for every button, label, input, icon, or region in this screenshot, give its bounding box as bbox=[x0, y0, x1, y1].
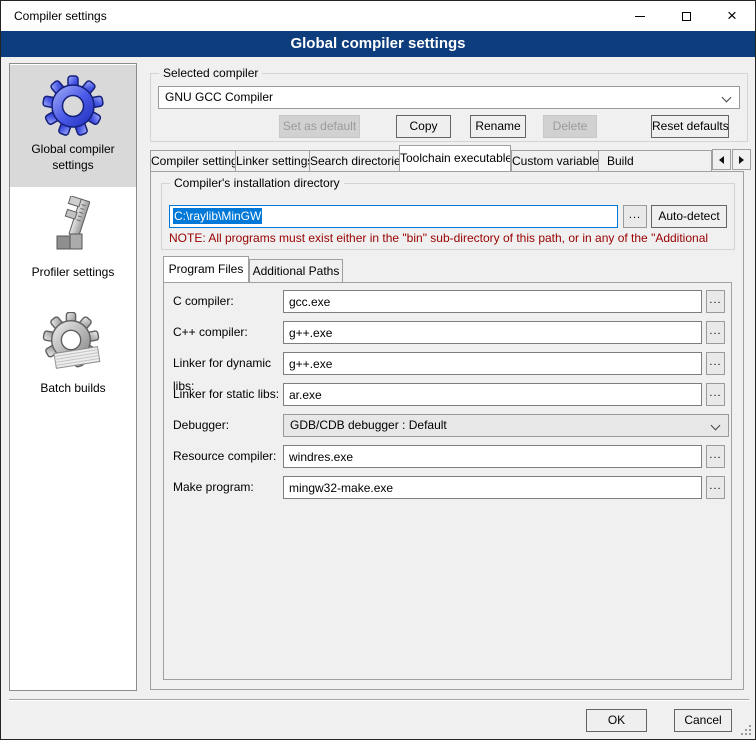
compiler-settings-dialog: Compiler settings × Global compiler sett… bbox=[0, 0, 756, 740]
linker-dynamic-input[interactable] bbox=[283, 352, 702, 375]
rename-button[interactable]: Rename bbox=[470, 115, 526, 138]
debugger-select[interactable]: GDB/CDB debugger : Default bbox=[283, 414, 729, 437]
sidebar-item-batch-builds[interactable]: Batch builds bbox=[10, 304, 136, 422]
minimize-button[interactable] bbox=[617, 1, 663, 31]
right-arrow-icon bbox=[739, 156, 744, 164]
resize-grip[interactable] bbox=[749, 733, 751, 735]
browse-directory-button[interactable]: ... bbox=[623, 205, 647, 228]
debugger-select-value: GDB/CDB debugger : Default bbox=[290, 418, 447, 432]
resource-compiler-label: Resource compiler: bbox=[173, 445, 283, 468]
sidebar-item-label: Global compiler settings bbox=[10, 141, 136, 173]
dialog-header: Global compiler settings bbox=[1, 31, 755, 57]
sidebar-item-profiler-settings[interactable]: Profiler settings bbox=[10, 188, 136, 304]
tab-toolchain-executables[interactable]: Toolchain executables bbox=[399, 145, 511, 171]
installation-directory-input[interactable]: C:\raylib\MinGW bbox=[169, 205, 618, 228]
tab-linker-settings[interactable]: Linker settings bbox=[235, 150, 310, 171]
cpp-compiler-browse-button[interactable]: ... bbox=[706, 321, 725, 344]
cancel-button[interactable]: Cancel bbox=[674, 709, 732, 732]
c-compiler-input[interactable] bbox=[283, 290, 702, 313]
auto-detect-button[interactable]: Auto-detect bbox=[651, 205, 727, 228]
linker-static-browse-button[interactable]: ... bbox=[706, 383, 725, 406]
linker-dynamic-browse-button[interactable]: ... bbox=[706, 352, 725, 375]
tab-build-options[interactable]: Build bbox=[598, 150, 712, 171]
maximize-button[interactable] bbox=[663, 1, 709, 31]
blue-gear-icon bbox=[41, 73, 105, 137]
chevron-down-icon bbox=[711, 421, 721, 431]
tab-search-directories[interactable]: Search directories bbox=[309, 150, 400, 171]
settings-category-list: Global compiler settings Profiler se bbox=[9, 63, 137, 691]
debugger-label: Debugger: bbox=[173, 414, 283, 437]
subtab-additional-paths[interactable]: Additional Paths bbox=[249, 259, 343, 282]
sidebar-item-global-compiler-settings[interactable]: Global compiler settings bbox=[10, 65, 136, 187]
bin-subdirectory-note: NOTE: All programs must exist either in … bbox=[169, 231, 729, 245]
cpp-compiler-input[interactable] bbox=[283, 321, 702, 344]
cpp-compiler-label: C++ compiler: bbox=[173, 321, 283, 344]
caliper-icon bbox=[41, 196, 105, 260]
minimize-icon bbox=[635, 16, 645, 17]
compiler-select[interactable]: GNU GCC Compiler bbox=[158, 86, 740, 109]
sidebar-item-label: Batch builds bbox=[10, 380, 136, 396]
reset-defaults-button[interactable]: Reset defaults bbox=[651, 115, 729, 138]
set-as-default-button[interactable]: Set as default bbox=[279, 115, 360, 138]
chevron-down-icon bbox=[722, 93, 732, 103]
selected-compiler-group-label: Selected compiler bbox=[159, 66, 262, 81]
tab-scroll-left-button[interactable] bbox=[712, 149, 731, 170]
make-program-input[interactable] bbox=[283, 476, 702, 499]
window-title: Compiler settings bbox=[14, 9, 107, 23]
make-program-label: Make program: bbox=[173, 476, 283, 499]
gray-gear-stack-icon bbox=[41, 312, 105, 376]
c-compiler-label: C compiler: bbox=[173, 290, 283, 313]
caption-buttons: × bbox=[617, 1, 755, 31]
resource-compiler-input[interactable] bbox=[283, 445, 702, 468]
tab-scroll-right-button[interactable] bbox=[732, 149, 751, 170]
linker-static-input[interactable] bbox=[283, 383, 702, 406]
footer-divider bbox=[9, 699, 749, 701]
resource-compiler-browse-button[interactable]: ... bbox=[706, 445, 725, 468]
tab-compiler-settings[interactable]: Compiler settings bbox=[150, 150, 236, 171]
subtab-program-files[interactable]: Program Files bbox=[163, 256, 249, 282]
linker-static-label: Linker for static libs: bbox=[173, 383, 293, 406]
close-button[interactable]: × bbox=[709, 1, 755, 31]
installation-directory-value: C:\raylib\MinGW bbox=[173, 208, 262, 224]
tab-custom-variables[interactable]: Custom variables bbox=[511, 150, 599, 171]
dialog-header-title: Global compiler settings bbox=[290, 35, 465, 52]
ok-button[interactable]: OK bbox=[586, 709, 647, 732]
sidebar-item-label: Profiler settings bbox=[10, 264, 136, 280]
delete-button[interactable]: Delete bbox=[543, 115, 597, 138]
installation-directory-group-label: Compiler's installation directory bbox=[170, 176, 344, 191]
titlebar: Compiler settings × bbox=[1, 1, 755, 31]
compiler-select-value: GNU GCC Compiler bbox=[165, 90, 273, 104]
c-compiler-browse-button[interactable]: ... bbox=[706, 290, 725, 313]
close-icon: × bbox=[727, 11, 737, 21]
maximize-icon bbox=[682, 12, 691, 21]
make-program-browse-button[interactable]: ... bbox=[706, 476, 725, 499]
copy-button[interactable]: Copy bbox=[396, 115, 451, 138]
left-arrow-icon bbox=[719, 156, 724, 164]
